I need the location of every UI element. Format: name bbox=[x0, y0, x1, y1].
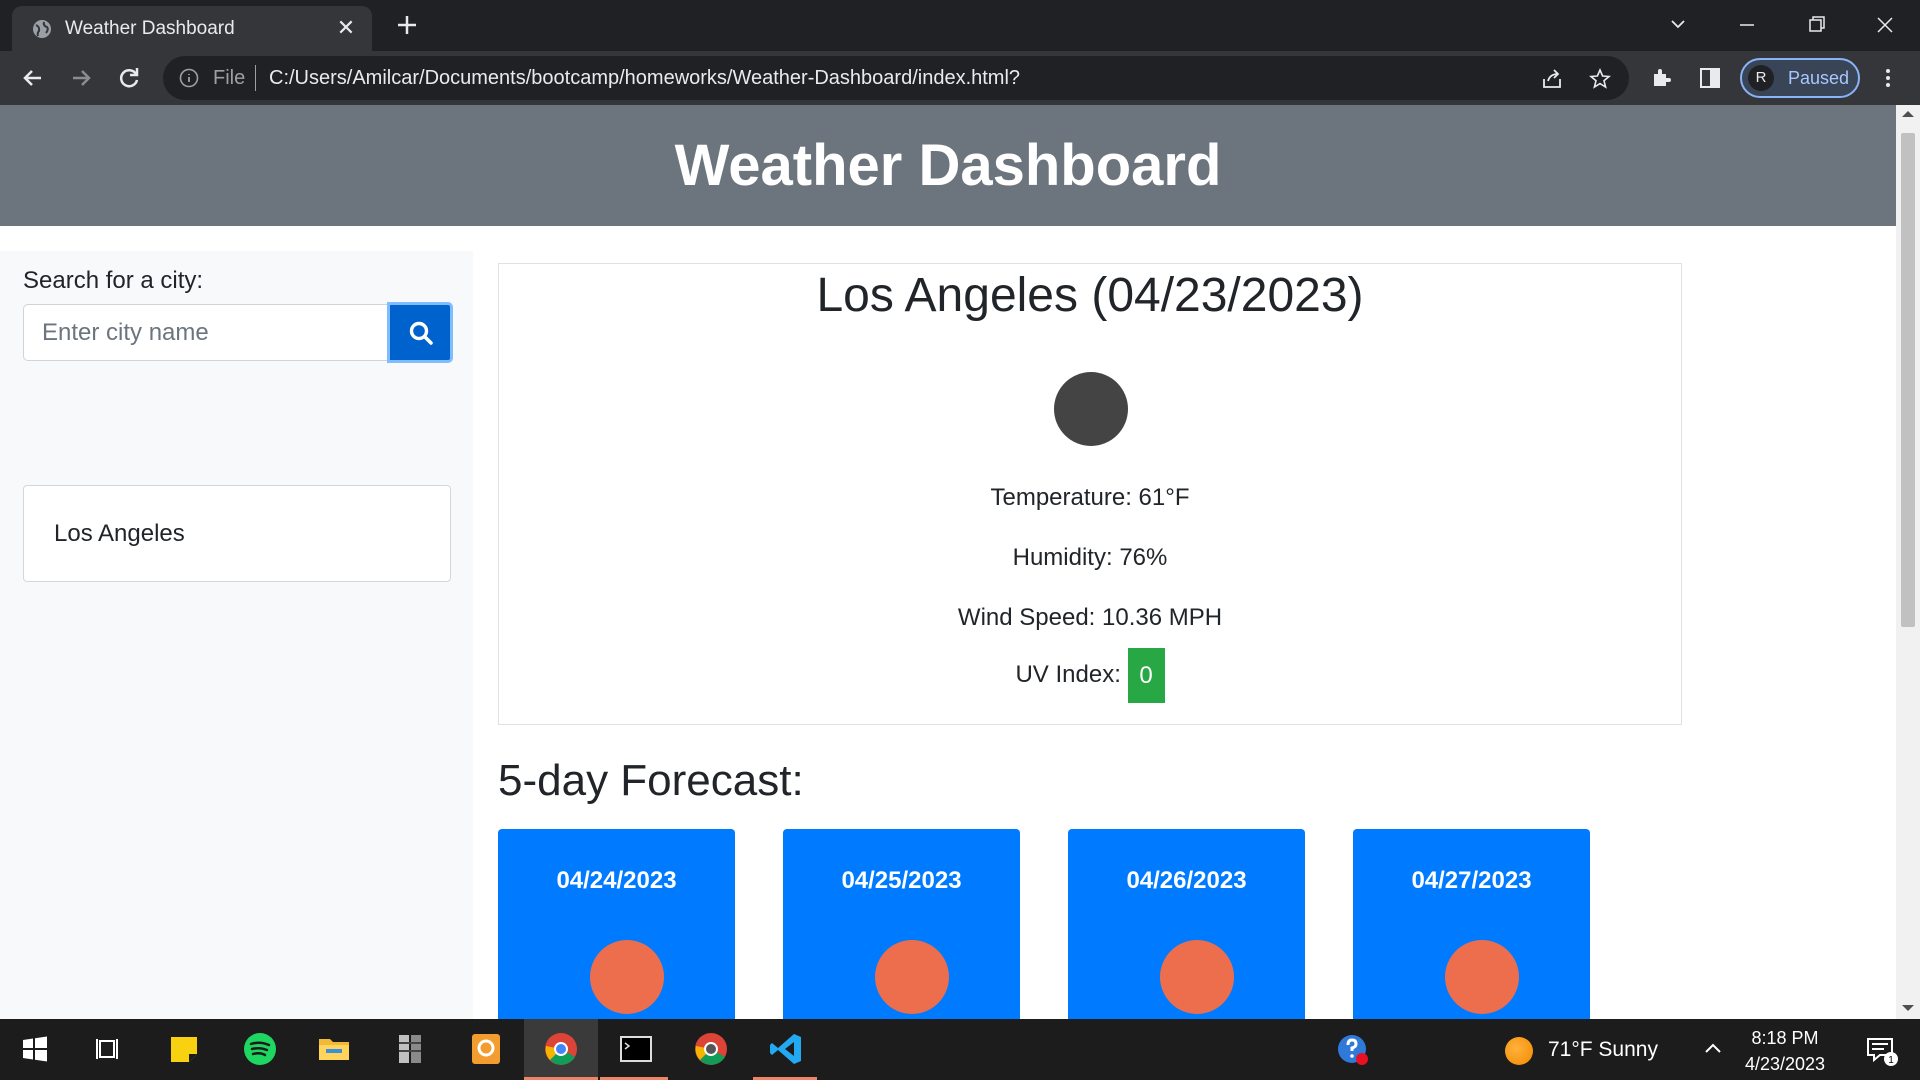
info-icon[interactable] bbox=[179, 68, 199, 88]
vertical-scrollbar[interactable] bbox=[1896, 105, 1920, 1019]
terminal-icon[interactable] bbox=[616, 1029, 656, 1069]
windows-taskbar: 71°F Sunny 8:18 PM 4/23/2023 1 bbox=[0, 1019, 1920, 1080]
sun-icon bbox=[590, 940, 664, 1014]
forecast-card: 04/25/2023 bbox=[783, 829, 1020, 1019]
search-history-item[interactable]: Los Angeles bbox=[23, 485, 451, 582]
archive-app-icon[interactable] bbox=[390, 1029, 430, 1069]
history-city-label: Los Angeles bbox=[54, 520, 185, 547]
windows-start-icon[interactable] bbox=[15, 1029, 55, 1069]
tab-search-icon[interactable] bbox=[1658, 8, 1698, 42]
browser-tab-strip: Weather Dashboard ✕ bbox=[0, 0, 1920, 51]
uv-index-row: UV Index: 0 bbox=[499, 648, 1681, 703]
current-city-date: Los Angeles (04/23/2023) bbox=[816, 269, 1364, 322]
url-scheme: File bbox=[213, 67, 246, 89]
share-icon[interactable] bbox=[1541, 68, 1563, 90]
scroll-down-icon[interactable] bbox=[1902, 1005, 1914, 1011]
tab-close-icon[interactable]: ✕ bbox=[334, 16, 358, 40]
page-viewport: Weather Dashboard Search for a city: Los… bbox=[0, 105, 1896, 1019]
url-separator bbox=[255, 65, 256, 91]
forecast-title: 5-day Forecast: bbox=[498, 756, 804, 805]
page-title: Weather Dashboard bbox=[674, 133, 1222, 198]
chevron-up-icon[interactable] bbox=[1693, 1029, 1733, 1069]
minimize-icon[interactable] bbox=[1727, 8, 1767, 42]
taskbar-weather[interactable]: 71°F Sunny bbox=[1548, 1038, 1658, 1062]
humidity-text: Humidity: 76% bbox=[1012, 544, 1168, 571]
scrollbar-thumb[interactable] bbox=[1901, 133, 1915, 627]
wind-speed-text: Wind Speed: 10.36 MPH bbox=[957, 604, 1223, 631]
browser-tab[interactable]: Weather Dashboard ✕ bbox=[12, 6, 372, 51]
page-header: Weather Dashboard bbox=[0, 105, 1896, 226]
spotify-icon[interactable] bbox=[240, 1029, 280, 1069]
notification-count: 1 bbox=[1888, 1055, 1894, 1066]
search-button[interactable] bbox=[387, 302, 453, 363]
url-text[interactable]: C:/Users/Amilcar/Documents/bootcamp/home… bbox=[269, 67, 1020, 90]
restore-icon[interactable] bbox=[1796, 8, 1836, 42]
clock-time: 8:18 PM bbox=[1751, 1028, 1819, 1048]
bookmark-star-icon[interactable] bbox=[1589, 68, 1611, 90]
sun-icon bbox=[1445, 940, 1519, 1014]
task-view-icon[interactable] bbox=[88, 1029, 128, 1069]
clock-date: 4/23/2023 bbox=[1744, 1054, 1826, 1074]
uv-index-label: UV Index: bbox=[1015, 660, 1121, 688]
sun-icon[interactable] bbox=[1505, 1037, 1533, 1065]
sticky-notes-icon[interactable] bbox=[164, 1029, 204, 1069]
forecast-card: 04/26/2023 bbox=[1068, 829, 1305, 1019]
reload-icon[interactable] bbox=[115, 64, 143, 92]
new-tab-icon[interactable] bbox=[392, 10, 422, 40]
profile-button[interactable]: R Paused bbox=[1740, 58, 1860, 98]
chrome-icon[interactable] bbox=[541, 1029, 581, 1069]
help-icon[interactable] bbox=[1332, 1029, 1372, 1069]
notifications-icon[interactable]: 1 bbox=[1860, 1029, 1900, 1069]
temperature-text: Temperature: 61°F bbox=[990, 484, 1190, 511]
uv-index-badge: 0 bbox=[1127, 648, 1165, 703]
forecast-date: 04/24/2023 bbox=[556, 867, 677, 894]
taskbar-clock[interactable]: 8:18 PM 4/23/2023 bbox=[1740, 1025, 1830, 1077]
search-label: Search for a city: bbox=[23, 267, 204, 294]
city-search-input[interactable] bbox=[23, 304, 388, 361]
sun-icon bbox=[875, 940, 949, 1014]
current-weather-card: Los Angeles (04/23/2023) Temperature: 61… bbox=[498, 263, 1682, 725]
forecast-date: 04/26/2023 bbox=[1126, 867, 1247, 894]
search-icon bbox=[409, 321, 433, 345]
browser-toolbar: File C:/Users/Amilcar/Documents/bootcamp… bbox=[0, 51, 1920, 105]
forecast-card: 04/24/2023 bbox=[498, 829, 735, 1019]
search-sidebar: Search for a city: Los Angeles bbox=[0, 251, 473, 1019]
kebab-menu-icon[interactable] bbox=[1876, 66, 1900, 90]
forward-icon[interactable] bbox=[67, 64, 95, 92]
side-panel-icon[interactable] bbox=[1698, 66, 1722, 90]
address-bar[interactable]: File C:/Users/Amilcar/Documents/bootcamp… bbox=[163, 56, 1629, 100]
tab-title: Weather Dashboard bbox=[65, 18, 235, 39]
back-icon[interactable] bbox=[19, 64, 47, 92]
forecast-card: 04/27/2023 bbox=[1353, 829, 1590, 1019]
extensions-icon[interactable] bbox=[1650, 66, 1674, 90]
close-window-icon[interactable] bbox=[1865, 8, 1905, 42]
file-explorer-icon[interactable] bbox=[314, 1029, 354, 1069]
forecast-date: 04/27/2023 bbox=[1411, 867, 1532, 894]
vscode-icon[interactable] bbox=[766, 1029, 806, 1069]
pdf-app-icon[interactable] bbox=[466, 1029, 506, 1069]
avatar: R bbox=[1748, 65, 1774, 91]
sun-icon bbox=[1160, 940, 1234, 1014]
scroll-up-icon[interactable] bbox=[1902, 111, 1914, 117]
globe-icon bbox=[33, 20, 51, 38]
chrome-dev-icon[interactable] bbox=[691, 1029, 731, 1069]
profile-status: Paused bbox=[1788, 68, 1850, 88]
forecast-date: 04/25/2023 bbox=[841, 867, 962, 894]
weather-icon bbox=[1054, 372, 1128, 446]
